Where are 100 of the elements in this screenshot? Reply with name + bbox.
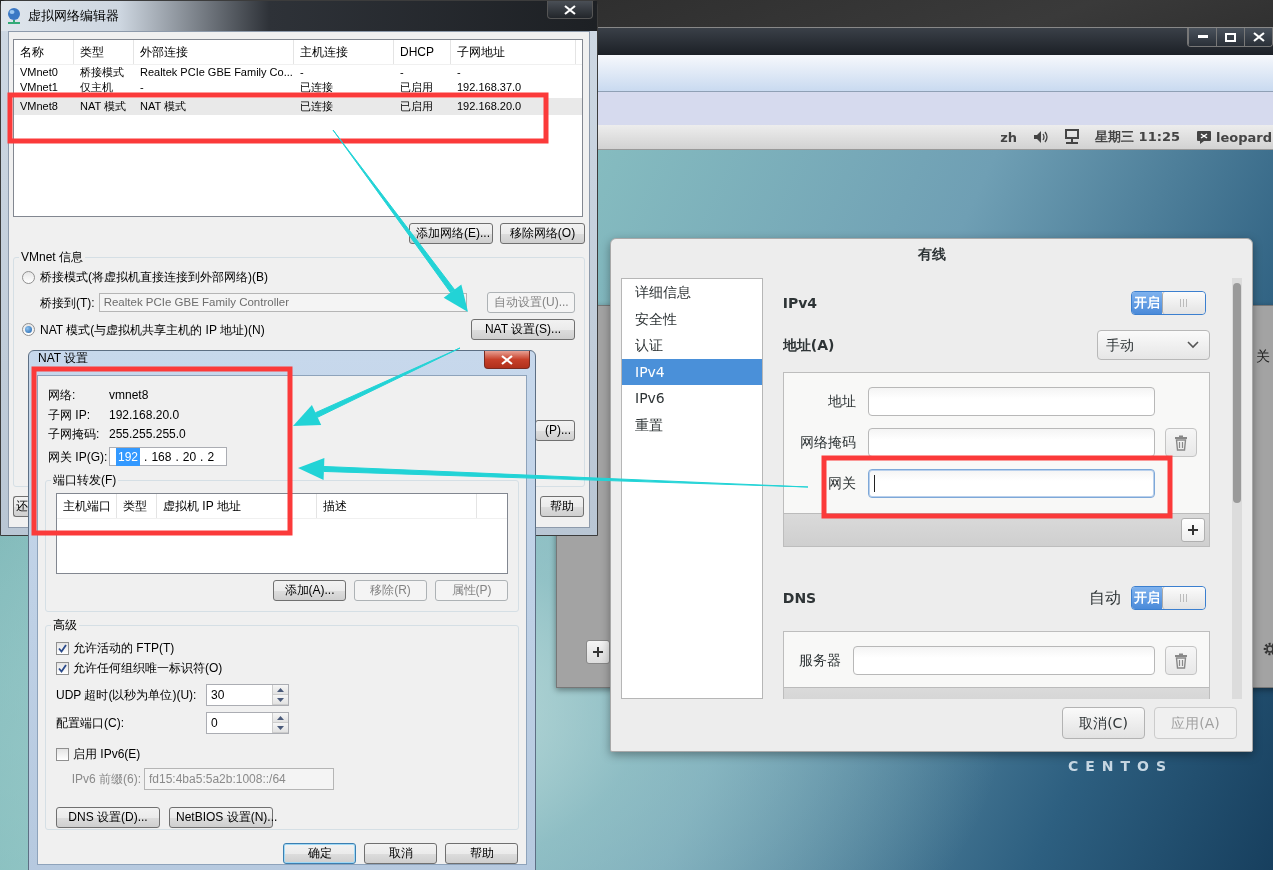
column-header[interactable]: 类型 — [74, 40, 134, 64]
column-header[interactable]: 外部连接 — [134, 40, 294, 64]
add-button[interactable] — [1180, 518, 1205, 542]
table-cell-text: 已连接 — [299, 80, 334, 95]
sidebar-item[interactable]: 安全性 — [622, 305, 762, 332]
close-button[interactable] — [547, 1, 593, 19]
field-label: 网络: — [48, 387, 77, 405]
sidebar-item[interactable]: 详细信息 — [622, 279, 762, 306]
dialog-title: 有线 — [916, 244, 947, 264]
help-button[interactable]: 帮助 — [540, 496, 584, 517]
up-arrow-icon[interactable] — [277, 715, 284, 720]
checkbox-label[interactable]: 启用 IPv6(E) — [73, 745, 141, 763]
down-arrow-icon[interactable] — [277, 697, 284, 702]
checkbox[interactable] — [56, 747, 69, 761]
dns-settings-button[interactable]: DNS 设置(D)... — [56, 807, 160, 828]
up-arrow-icon[interactable] — [277, 687, 284, 692]
checkbox[interactable] — [56, 661, 69, 675]
sidebar-item[interactable]: IPv6 — [622, 385, 762, 412]
delete-button[interactable] — [1164, 428, 1197, 457]
minimize-icon — [1197, 35, 1208, 39]
field-label: 网关 IP(G): — [48, 448, 109, 466]
plus-icon — [1186, 524, 1199, 536]
table-cell-text: 桥接模式 — [79, 65, 125, 80]
close-icon — [1252, 32, 1265, 42]
column-header[interactable]: 类型 — [117, 494, 157, 518]
table-cell-text: 已启用 — [399, 99, 434, 114]
help-button[interactable]: 帮助 — [445, 843, 518, 864]
column-header[interactable]: 虚拟机 IP 地址 — [157, 494, 317, 518]
down-arrow-icon[interactable] — [277, 725, 284, 730]
table-cell-text: VMnet0 — [19, 65, 59, 80]
network-icon[interactable] — [1065, 129, 1080, 145]
column-header[interactable]: 子网地址 — [451, 40, 576, 64]
column-header[interactable]: 主机端口 — [57, 494, 117, 518]
keyboard-language[interactable]: zh — [1000, 129, 1018, 145]
checkbox[interactable] — [56, 641, 69, 655]
add-button[interactable]: 添加(A)... — [273, 580, 346, 601]
sidebar-item[interactable]: 认证 — [622, 332, 762, 359]
cancel-button[interactable]: 取消(C) — [1062, 707, 1145, 739]
user-name[interactable]: leopard — [1216, 129, 1272, 145]
nat-settings-button[interactable]: NAT 设置(S)... — [471, 319, 575, 340]
group-title: 端口转发(F) — [51, 473, 119, 487]
field-label: 地址(A) — [782, 335, 835, 355]
field-label: 网络掩码 — [798, 433, 857, 452]
close-icon — [501, 354, 513, 365]
input-field[interactable] — [867, 387, 1155, 416]
number-field[interactable]: 30 — [206, 684, 289, 706]
checkbox-label[interactable]: 允许活动的 FTP(T) — [73, 639, 175, 657]
remove-network-button[interactable]: 移除网络(O) — [500, 223, 585, 244]
sidebar-item[interactable]: 重置 — [622, 411, 762, 438]
input-field[interactable] — [867, 469, 1155, 498]
column-header[interactable]: DHCP — [394, 40, 451, 64]
message-icon[interactable] — [1196, 129, 1212, 145]
scrollbar[interactable] — [1231, 278, 1242, 699]
table-cell-text: 已启用 — [399, 80, 434, 95]
column-header[interactable]: 主机连接 — [294, 40, 394, 64]
field-label: 子网掩码: — [48, 426, 101, 444]
restore-button[interactable]: 还 — [13, 496, 28, 517]
add-network-button[interactable]: 添加网络(E)... — [409, 223, 493, 244]
method-dropdown[interactable]: 手动 — [1096, 330, 1210, 360]
table-cell-text: VMnet8 — [19, 99, 59, 114]
field-label: 地址 — [826, 392, 857, 411]
cancel-button[interactable]: 取消 — [364, 843, 437, 864]
close-button[interactable] — [484, 351, 530, 369]
window-title: NAT 设置 — [38, 352, 89, 365]
chevron-down-icon — [1186, 341, 1199, 349]
close-button[interactable] — [1244, 28, 1272, 46]
radio-label[interactable]: NAT 模式(与虚拟机共享主机的 IP 地址)(N) — [40, 320, 265, 339]
trash-icon — [1173, 434, 1188, 451]
table-row[interactable]: VMnet8 NAT 模式 NAT 模式 已连接 已启用 192.168.20.0 — [14, 98, 582, 115]
input-field[interactable] — [867, 428, 1155, 457]
maximize-button[interactable] — [1216, 28, 1244, 46]
table-row[interactable]: VMnet1 仅主机 - 已连接 已启用 192.168.37.0 — [14, 80, 582, 95]
globe-icon — [6, 7, 22, 25]
table-cell-text: - — [456, 65, 462, 80]
section-title: IPv4 — [782, 293, 818, 313]
minimize-button[interactable] — [1188, 28, 1216, 46]
radio-button[interactable] — [22, 323, 35, 336]
settings-icon[interactable] — [1263, 642, 1273, 656]
field-value: 192.168.20.0 — [109, 406, 180, 424]
checkbox-label[interactable]: 允许任何组织唯一标识符(O) — [73, 659, 223, 677]
radio-label[interactable]: 桥接模式(将虚拟机直接连接到外部网络)(B) — [40, 268, 268, 286]
ok-button[interactable]: 确定 — [283, 843, 356, 864]
input-field[interactable] — [852, 646, 1155, 675]
field-label: 网关 — [826, 474, 857, 493]
radio-button[interactable] — [22, 270, 35, 284]
volume-icon[interactable] — [1033, 130, 1050, 144]
number-field[interactable]: 0 — [206, 712, 289, 734]
table-cell-text: - — [299, 65, 305, 80]
field-label: UDP 超时(以秒为单位)(U): — [56, 687, 198, 704]
window-title: 虚拟网络编辑器 — [28, 7, 119, 26]
add-button[interactable] — [586, 640, 610, 664]
ip-address-field[interactable]: 192 . 168 . 20 . 2 — [109, 447, 227, 466]
clock[interactable]: 星期三 11:25 — [1095, 128, 1180, 146]
field-value: vmnet8 — [109, 387, 149, 405]
dhcp-settings-button[interactable]: (P)... — [535, 420, 575, 441]
column-header[interactable]: 描述 — [317, 494, 477, 518]
column-header[interactable]: 名称 — [14, 40, 74, 64]
logo-text: CENTOS — [1068, 758, 1174, 774]
delete-button[interactable] — [1164, 646, 1197, 675]
table-row[interactable]: VMnet0 桥接模式 Realtek PCIe GBE Family Co... - - - — [14, 65, 582, 80]
